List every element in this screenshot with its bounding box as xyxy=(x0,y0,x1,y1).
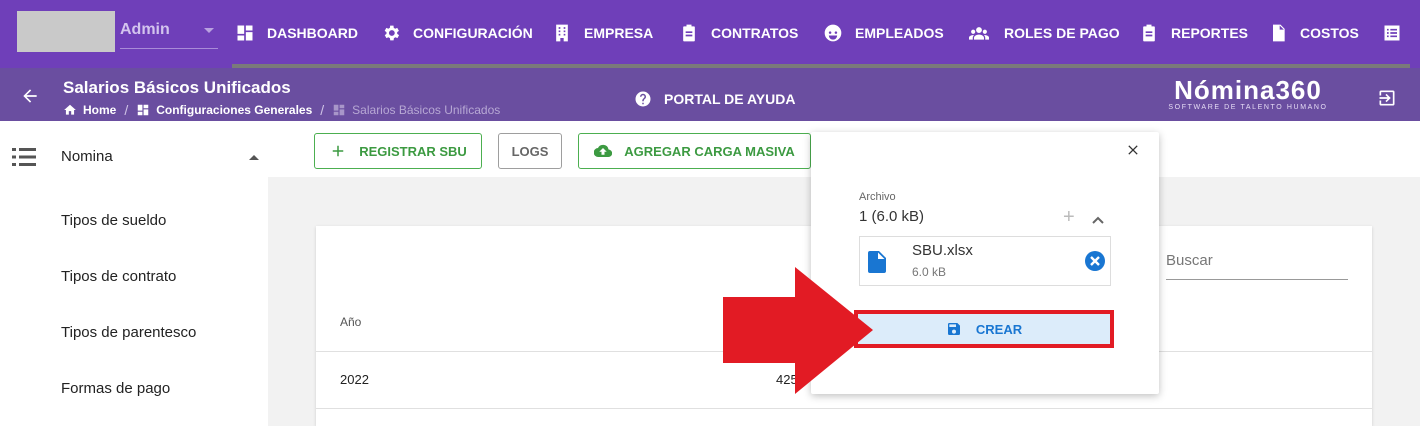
top-navbar: Admin DASHBOARD CONFIGURACIÓN EMPRESA CO… xyxy=(0,0,1420,68)
nav-roles-de-pago-label: ROLES DE PAGO xyxy=(1004,25,1120,41)
sidebar-item-tipos-de-sueldo[interactable]: Tipos de sueldo xyxy=(61,212,166,229)
user-select[interactable]: Admin xyxy=(120,14,218,49)
logo-main: Nómina360 xyxy=(1174,75,1322,105)
file-count: 1 (6.0 kB) xyxy=(859,208,925,225)
clipboard-icon xyxy=(1143,24,1155,42)
list-icon xyxy=(1384,25,1400,41)
file-item: SBU.xlsx 6.0 kB xyxy=(859,236,1111,286)
file-size: 6.0 kB xyxy=(912,265,947,279)
face-icon xyxy=(824,24,842,42)
breadcrumb-current: Salarios Básicos Unificados xyxy=(332,103,500,117)
bulk-upload-button[interactable]: AGREGAR CARGA MASIVA xyxy=(578,133,811,169)
annotation-arrow-icon xyxy=(723,267,873,394)
bulk-upload-label: AGREGAR CARGA MASIVA xyxy=(624,143,795,159)
sidebar-group-nomina[interactable]: Nomina xyxy=(61,148,113,165)
create-label: CREAR xyxy=(975,321,1023,337)
sidebar: Nomina Tipos de sueldo Tipos de contrato… xyxy=(0,121,268,426)
arrow-left-icon xyxy=(23,89,37,103)
column-header-year[interactable]: Año xyxy=(340,315,361,329)
help-icon xyxy=(635,91,651,107)
breadcrumb-configuraciones[interactable]: Configuraciones Generales xyxy=(156,103,312,117)
help-portal-link[interactable]: PORTAL DE AYUDA xyxy=(634,90,795,108)
breadcrumb-separator: / xyxy=(320,102,325,118)
nomina360-logo: Nómina360 SOFTWARE DE TALENTO HUMANO xyxy=(1158,76,1338,111)
register-sbu-button[interactable]: REGISTRAR SBU xyxy=(314,133,482,169)
nav-dashboard[interactable]: DASHBOARD xyxy=(235,22,358,44)
building-icon xyxy=(556,24,568,42)
nav-empleados[interactable]: EMPLEADOS xyxy=(823,22,944,44)
people-icon xyxy=(969,27,989,40)
clipboard-icon xyxy=(683,24,695,42)
user-select-value: Admin xyxy=(120,21,170,38)
nav-costos-label: COSTOS xyxy=(1300,25,1359,41)
close-button[interactable] xyxy=(1125,142,1141,158)
nav-dashboard-label: DASHBOARD xyxy=(267,25,358,41)
page-header: Salarios Básicos Unificados Home / Confi… xyxy=(0,68,1420,121)
table-cell-year: 2022 xyxy=(340,372,369,387)
file-field-label: Archivo xyxy=(859,191,896,203)
logs-label: LOGS xyxy=(511,143,549,159)
list-icon xyxy=(12,148,36,166)
cloud-upload-icon xyxy=(594,144,613,158)
breadcrumb-separator: / xyxy=(124,102,129,118)
create-button[interactable]: CREAR xyxy=(854,310,1114,348)
logo-tagline: SOFTWARE DE TALENTO HUMANO xyxy=(1168,104,1328,111)
nav-contratos[interactable]: CONTRATOS xyxy=(679,22,798,44)
nav-roles-de-pago[interactable]: ROLES DE PAGO xyxy=(966,22,1120,44)
add-file-icon[interactable]: + xyxy=(1063,207,1075,227)
dashboard-icon xyxy=(137,104,149,116)
menu-icon[interactable] xyxy=(12,147,36,167)
nav-configuracion-label: CONFIGURACIÓN xyxy=(413,25,533,41)
save-icon xyxy=(947,323,960,335)
chevron-up-svg xyxy=(1092,216,1104,224)
breadcrumb-home[interactable]: Home xyxy=(83,103,116,117)
nav-contratos-label: CONTRATOS xyxy=(711,25,799,41)
gear-icon xyxy=(384,25,400,41)
nav-empleados-label: EMPLEADOS xyxy=(855,25,944,41)
sidebar-item-tipos-de-contrato[interactable]: Tipos de contrato xyxy=(61,268,176,285)
nav-empresa-label: EMPRESA xyxy=(584,25,654,41)
close-icon xyxy=(1090,256,1100,266)
nav-reportes[interactable]: REPORTES xyxy=(1139,22,1248,44)
logs-button[interactable]: LOGS xyxy=(498,133,562,169)
remove-file-button[interactable] xyxy=(1085,251,1105,271)
help-portal-label: PORTAL DE AYUDA xyxy=(664,91,796,107)
dashboard-icon xyxy=(237,25,253,41)
home-icon xyxy=(64,104,76,115)
breadcrumb: Home / Configuraciones Generales / Salar… xyxy=(63,102,500,118)
chevron-up-icon[interactable] xyxy=(249,155,259,160)
logout-icon xyxy=(1379,90,1395,106)
search-input[interactable]: Buscar xyxy=(1166,250,1348,280)
file-name: SBU.xlsx xyxy=(912,242,973,259)
table-divider xyxy=(316,408,1372,409)
chevron-down-icon xyxy=(204,28,214,33)
dashboard-icon xyxy=(333,104,345,116)
logout-button[interactable] xyxy=(1377,88,1397,108)
page-title: Salarios Básicos Unificados xyxy=(63,78,291,97)
nav-more[interactable] xyxy=(1382,22,1414,44)
plus-icon xyxy=(332,145,344,157)
breadcrumb-current-label: Salarios Básicos Unificados xyxy=(352,103,501,117)
brand-logo-placeholder xyxy=(17,11,115,52)
nav-empresa[interactable]: EMPRESA xyxy=(552,22,653,44)
close-icon xyxy=(1128,145,1138,155)
nav-costos[interactable]: COSTOS xyxy=(1268,22,1359,44)
back-button[interactable] xyxy=(20,86,40,106)
sidebar-item-tipos-de-parentesco[interactable]: Tipos de parentesco xyxy=(61,324,196,341)
nav-configuracion[interactable]: CONFIGURACIÓN xyxy=(381,22,533,44)
nav-reportes-label: REPORTES xyxy=(1171,25,1249,41)
invoice-icon xyxy=(1273,24,1285,42)
chevron-up-icon[interactable] xyxy=(1091,212,1105,224)
sidebar-item-formas-de-pago[interactable]: Formas de pago xyxy=(61,380,170,397)
register-sbu-label: REGISTRAR SBU xyxy=(359,143,467,159)
